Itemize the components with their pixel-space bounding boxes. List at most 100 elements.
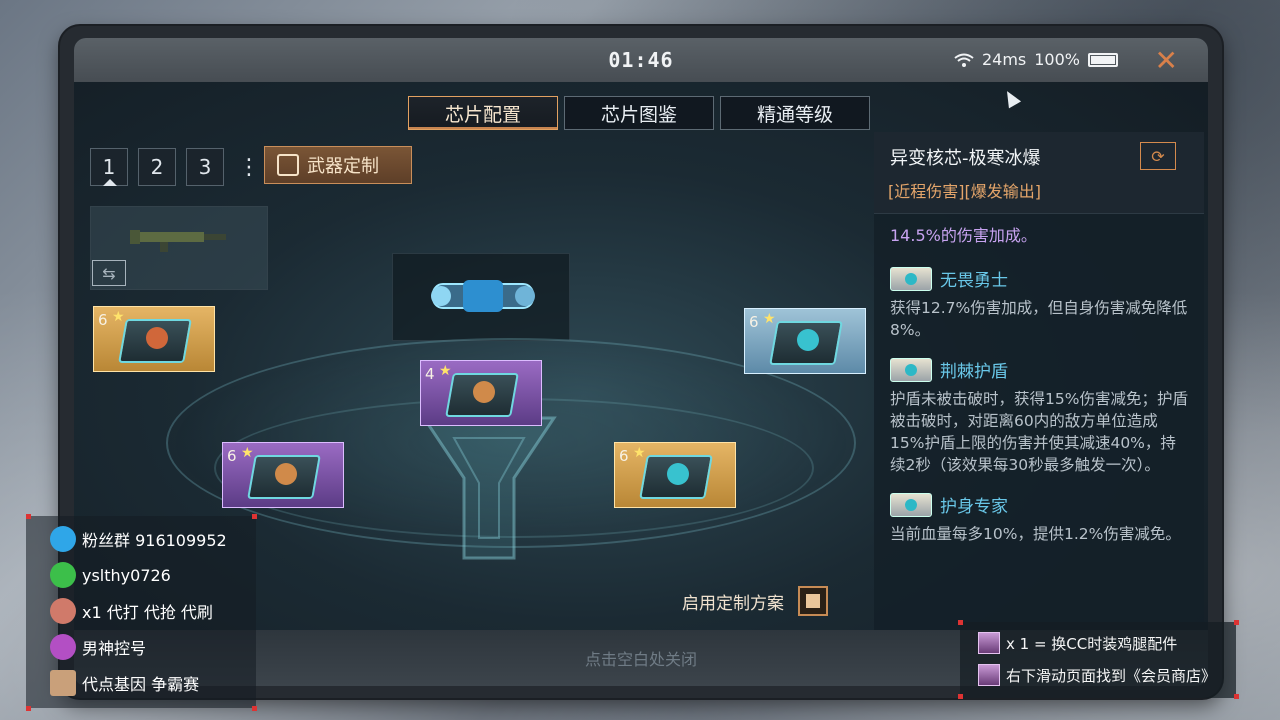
core-socket-graphic [421, 416, 557, 560]
card-icon [50, 670, 76, 696]
effect-description: 获得12.7%伤害加成，但自身伤害减免降低8%。 [890, 299, 1188, 339]
close-hint: 点击空白处关闭 [584, 650, 697, 669]
shield-emblem-icon [667, 463, 689, 485]
more-icon[interactable]: ⋮ [238, 155, 260, 180]
tab-mastery-level[interactable]: 精通等级 [720, 96, 870, 130]
shield-emblem-icon [797, 329, 819, 351]
overlay-text: 粉丝群 916109952 [82, 531, 227, 550]
corner-marker [1234, 694, 1239, 699]
effect-title-row: 护身专家 [890, 492, 1188, 517]
corner-marker [958, 620, 963, 625]
corner-marker [26, 514, 31, 519]
chip-slot-1[interactable]: 6 ★ [93, 306, 215, 372]
chip-level: 4 [425, 365, 435, 383]
chip-level: 6 [98, 311, 108, 329]
corner-marker [1234, 620, 1239, 625]
character-icon [50, 598, 76, 624]
overlay-row: 右下滑动页面找到《会员商店》 [978, 664, 1216, 686]
cryo-core-icon [431, 280, 535, 312]
weapon-customize-label: 武器定制 [307, 156, 379, 177]
effect-title-row: 荆棘护盾 [890, 357, 1188, 382]
overlay-text: yslthy0726 [82, 565, 171, 585]
apply-custom-plan-label: 启用定制方案 [682, 593, 784, 614]
star-icon: ★ [763, 311, 776, 327]
apply-custom-plan-checkbox[interactable] [798, 586, 828, 616]
tab-chip-config[interactable]: 芯片配置 [408, 96, 558, 130]
clock: 01:46 [608, 48, 674, 72]
effect-title: 荆棘护盾 [940, 362, 1008, 382]
overlay-text: 男神控号 [82, 639, 147, 658]
page-button-3[interactable]: 3 [186, 148, 224, 186]
effect-title: 护身专家 [940, 497, 1008, 517]
page-button-1[interactable]: 1 [90, 148, 128, 186]
star-icon: ★ [633, 445, 646, 461]
weapon-customize-button[interactable]: 武器定制 [264, 146, 412, 184]
overlay-text: 右下滑动页面找到《会员商店》 [1006, 666, 1217, 685]
overlay-text: x 1 = 换CC时装鸡腿配件 [1006, 634, 1178, 653]
wifi-icon [954, 53, 974, 67]
effect-list[interactable]: 14.5%的伤害加成。 无畏勇士 获得12.7%伤害加成，但自身伤害减免降低8%… [874, 222, 1204, 561]
chip-detail-panel: 异变核芯-极寒冰爆 [近程伤害][爆发输出] ⟳ 14.5%的伤害加成。 无畏勇… [874, 132, 1204, 652]
chip-level: 6 [227, 447, 237, 465]
qq-icon [50, 526, 76, 552]
effect-description: 当前血量每多10%，提供1.2%伤害减免。 [890, 525, 1181, 543]
status-bar: 01:46 24ms 100% ✕ [74, 38, 1208, 82]
chip-book-icon [890, 492, 932, 517]
effect-desc-truncated: 14.5%的伤害加成。 [890, 226, 1037, 245]
apply-custom-plan[interactable]: 启用定制方案 [682, 586, 828, 616]
overlay-row: 代点基因 争霸赛 [50, 670, 199, 696]
effect-item: 荆棘护盾 护盾未被击破时，获得15%伤害减免；护盾被击破时，对距离60内的敌方单… [890, 357, 1188, 476]
refresh-icon[interactable]: ⟳ [1140, 142, 1176, 170]
effect-item: 护身专家 当前血量每多10%，提供1.2%伤害减免。 [890, 492, 1188, 545]
ping-value: 24ms [981, 50, 1027, 69]
overlay-row: x1 代打 代抢 代刷 [50, 598, 213, 624]
effect-title: 无畏勇士 [940, 271, 1008, 291]
effect-description: 护盾未被击破时，获得15%伤害减免；护盾被击破时，对距离60内的敌方单位造成15… [890, 390, 1188, 474]
core-name: 异变核芯-极寒冰爆 [890, 148, 1041, 169]
chip-slot-3[interactable]: 6 ★ [744, 308, 866, 374]
chip-level: 6 [749, 313, 759, 331]
customize-icon [277, 154, 299, 176]
loadout-pages: 1 2 3 ⋮ [90, 148, 264, 186]
overlay-text: x1 代打 代抢 代刷 [82, 603, 213, 622]
corner-marker [26, 706, 31, 711]
status-indicators: 24ms 100% [954, 50, 1118, 69]
overlay-row: 粉丝群 916109952 [50, 526, 227, 552]
corner-marker [958, 694, 963, 699]
close-icon[interactable]: ✕ [1155, 44, 1178, 77]
rifle-icon [130, 230, 226, 252]
core-tags: [近程伤害][爆发输出] [888, 182, 1041, 201]
corner-marker [252, 514, 257, 519]
tab-bar: 芯片配置 芯片图鉴 精通等级 [408, 96, 870, 130]
fire-emblem-icon [146, 327, 168, 349]
chip-slot-5[interactable]: 6 ★ [614, 442, 736, 508]
star-icon: ★ [241, 445, 254, 461]
chip-level: 6 [619, 447, 629, 465]
item-icon [978, 632, 1000, 654]
overlay-text: 代点基因 争霸赛 [82, 675, 200, 694]
corner-marker [252, 706, 257, 711]
effect-item: 无畏勇士 获得12.7%伤害加成，但自身伤害减免降低8%。 [890, 266, 1188, 341]
swap-icon[interactable]: ⇆ [92, 260, 126, 286]
chip-book-icon [890, 266, 932, 291]
page-button-2[interactable]: 2 [138, 148, 176, 186]
chip-slot-4[interactable]: 6 ★ [222, 442, 344, 508]
panel-header: 异变核芯-极寒冰爆 [近程伤害][爆发输出] ⟳ [874, 132, 1204, 214]
fist-emblem-icon [473, 381, 495, 403]
chip-slot-2[interactable]: 4 ★ [420, 360, 542, 426]
overlay-row: x 1 = 换CC时装鸡腿配件 [978, 632, 1177, 654]
item-icon [978, 664, 1000, 686]
battery-value: 100% [1034, 50, 1080, 69]
rocket-icon [50, 634, 76, 660]
overlay-row: 男神控号 [50, 634, 146, 660]
tab-chip-catalog[interactable]: 芯片图鉴 [564, 96, 714, 130]
star-icon: ★ [112, 309, 125, 325]
effect-title-row: 无畏勇士 [890, 266, 1188, 291]
wechat-icon [50, 562, 76, 588]
chip-book-icon [890, 357, 932, 382]
arm-emblem-icon [275, 463, 297, 485]
core-slot[interactable] [392, 253, 570, 341]
battery-icon [1088, 52, 1118, 67]
star-icon: ★ [439, 363, 452, 379]
overlay-row: yslthy0726 [50, 562, 171, 588]
